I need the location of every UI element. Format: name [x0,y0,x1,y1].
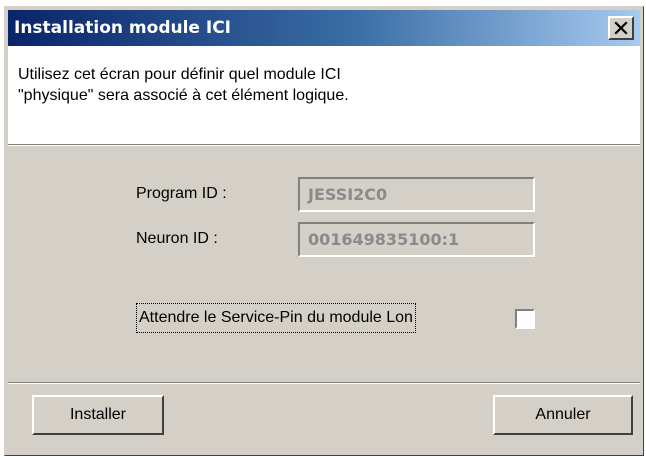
info-panel: Utilisez cet écran pour définir quel mod… [8,46,640,145]
neuron-id-field[interactable]: 001649835100:1 [298,222,535,257]
neuron-id-label: Neuron ID : [136,230,218,247]
close-button[interactable] [608,16,634,40]
title-bar[interactable]: Installation module ICI [8,10,640,46]
service-pin-label[interactable]: Attendre le Service-Pin du module Lon [136,303,416,333]
install-button[interactable]: Installer [32,395,164,435]
window-title: Installation module ICI [14,18,231,38]
program-id-label: Program ID : [136,185,227,202]
close-icon [614,21,628,35]
program-id-field[interactable]: JESSI2C0 [298,177,535,212]
cancel-button[interactable]: Annuler [493,395,633,435]
service-pin-checkbox[interactable] [515,309,535,329]
info-text: Utilisez cet écran pour définir quel mod… [18,66,349,104]
info-divider [8,145,640,146]
bottom-divider [8,382,640,384]
installation-dialog: Installation module ICI Utilisez cet écr… [4,6,644,456]
